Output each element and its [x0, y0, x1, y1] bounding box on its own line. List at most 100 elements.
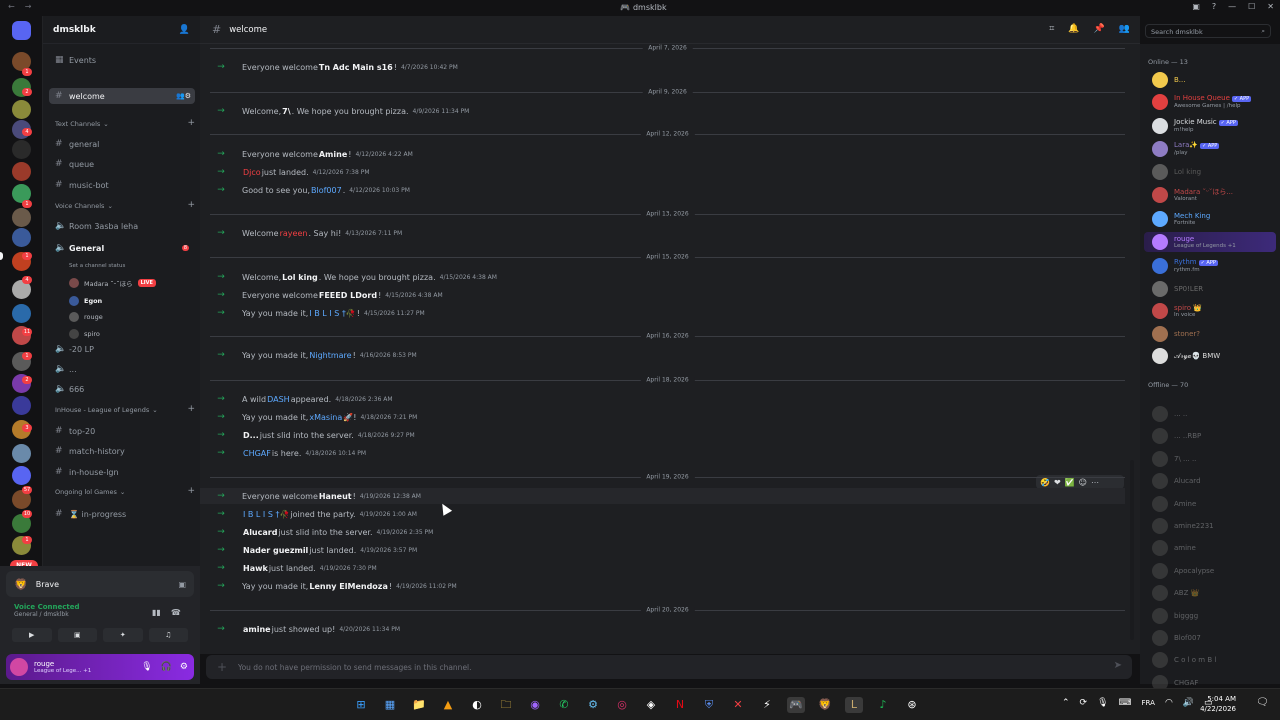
- server-icon[interactable]: [12, 100, 31, 119]
- system-message[interactable]: → Everyone welcome FEEED LDord! 4/15/2026 …: [200, 287, 1125, 303]
- add-attachment-icon[interactable]: +: [206, 660, 238, 674]
- brave-taskbar-icon[interactable]: 🦁: [816, 697, 834, 713]
- activity-card[interactable]: 🦁 Brave ▣: [6, 571, 194, 597]
- scrollbar[interactable]: [1130, 460, 1134, 640]
- channel-item[interactable]: # match-history: [49, 443, 195, 459]
- voice-user[interactable]: rouge: [69, 312, 103, 322]
- system-message[interactable]: → Good to see you, Blof007. 4/12/2026 10:0…: [200, 182, 1125, 198]
- app-icon[interactable]: ◐: [468, 697, 486, 713]
- system-message[interactable]: → Welcome rayeen. Say hi! 4/13/2026 7:11 P…: [200, 225, 1125, 241]
- channel-item[interactable]: # general: [49, 136, 195, 152]
- username-link[interactable]: I B L I S †🥀: [243, 510, 289, 519]
- channel-item[interactable]: 🔈...: [49, 361, 195, 377]
- username-link[interactable]: FEEED LDord: [319, 291, 377, 300]
- valorant-icon[interactable]: ◈: [642, 697, 660, 713]
- category-header[interactable]: Ongoing lol Games ⌄ +: [55, 486, 195, 496]
- server-icon[interactable]: [12, 162, 31, 181]
- system-message[interactable]: → Everyone welcome Amine! 4/12/2026 4:22 A…: [200, 146, 1125, 162]
- server-icon[interactable]: [12, 396, 31, 415]
- screen-icon[interactable]: ▣: [178, 580, 194, 589]
- username-link[interactable]: I B L I S †🥀: [309, 309, 355, 318]
- camera-button[interactable]: ▶: [12, 628, 52, 642]
- server-header[interactable]: dmsklbk 👤: [43, 16, 200, 44]
- channel-item[interactable]: 🔈 -20 LP: [49, 341, 195, 357]
- username-link[interactable]: xMasina: [309, 413, 342, 422]
- server-icon[interactable]: [12, 140, 31, 159]
- member-item[interactable]: Apocalypse: [1152, 561, 1276, 581]
- username-link[interactable]: amine: [243, 625, 271, 634]
- server-icon[interactable]: [12, 208, 31, 227]
- add-reaction-icon[interactable]: ☺: [1079, 478, 1087, 487]
- signal-icon[interactable]: ▮▮: [152, 608, 161, 617]
- mic-icon[interactable]: 🎙: [141, 662, 152, 672]
- maximize-button[interactable]: ☐: [1248, 2, 1255, 11]
- member-item[interactable]: stoner?: [1152, 324, 1276, 344]
- soundboard-button[interactable]: ♫: [148, 628, 188, 642]
- system-message[interactable]: → Yay you made it, Nightmare! 4/16/2026 8:…: [200, 347, 1125, 363]
- member-item[interactable]: Madara ˘ᵕ˘ほら... Valorant: [1152, 185, 1276, 205]
- server-icon[interactable]: [12, 228, 31, 247]
- username-link[interactable]: D...: [243, 431, 259, 440]
- heart-react-icon[interactable]: ❤: [1054, 478, 1061, 487]
- member-item[interactable]: spiro 👑 In voice: [1152, 301, 1276, 321]
- username-link[interactable]: Tn Adc Main s16: [319, 63, 393, 72]
- channel-item[interactable]: 🔈 Room 3asba leha: [49, 218, 195, 234]
- system-message[interactable]: → Yay you made it, xMasina 🚀! 4/18/2026 7:…: [200, 409, 1125, 425]
- system-message[interactable]: → Hawk just landed. 4/19/2026 7:30 PM: [200, 560, 1125, 576]
- system-message[interactable]: → Everyone welcome Tn Adc Main s16! 4/7/20…: [200, 59, 1125, 75]
- member-item[interactable]: amine2231: [1152, 516, 1276, 536]
- username-link[interactable]: Djco: [243, 168, 261, 177]
- voice-user[interactable]: spiro: [69, 329, 100, 339]
- channel-welcome[interactable]: # welcome 👥⚙: [49, 88, 195, 104]
- username-link[interactable]: Lenny ElMendoza: [309, 582, 387, 591]
- system-message[interactable]: → Everyone welcome Haneut! 4/19/2026 12:38…: [200, 488, 1125, 504]
- more-icon[interactable]: ⋯: [1091, 478, 1099, 487]
- username-link[interactable]: Blof007: [311, 186, 342, 195]
- username-link[interactable]: Nader guezmil: [243, 546, 308, 555]
- member-item[interactable]: In House Queue ✓ APP Awesome Games | /help: [1152, 92, 1276, 112]
- screen-share-button[interactable]: ▣: [57, 628, 97, 642]
- channel-item[interactable]: 🔈 General 8: [49, 240, 195, 256]
- clock[interactable]: 5:04 AM 4/22/2026: [1188, 694, 1236, 714]
- widgets-icon[interactable]: ▦: [381, 697, 399, 713]
- close-button[interactable]: ✕: [1267, 2, 1274, 11]
- channel-item[interactable]: # queue: [49, 156, 195, 172]
- server-icon[interactable]: [12, 466, 31, 485]
- discord-taskbar-icon[interactable]: 🎮: [787, 697, 805, 713]
- spotify-icon[interactable]: ♪: [874, 697, 892, 713]
- steam-icon[interactable]: ⚙: [584, 697, 602, 713]
- username-link[interactable]: Lol king: [282, 273, 318, 282]
- member-item[interactable]: Alucard: [1152, 471, 1276, 491]
- member-item[interactable]: ... ..: [1152, 404, 1276, 424]
- member-item[interactable]: C o l o m B l: [1152, 650, 1276, 670]
- username-link[interactable]: Hawk: [243, 564, 268, 573]
- minimize-button[interactable]: —: [1228, 2, 1236, 11]
- disconnect-icon[interactable]: ☎: [171, 608, 181, 617]
- member-item[interactable]: rouge League of Legends +1: [1144, 232, 1276, 252]
- system-message[interactable]: → Welcome, Lol king. We hope you brought …: [200, 269, 1125, 285]
- user-bar[interactable]: rouge League of Lege... +1 🎙 🎧 ⚙: [6, 654, 194, 680]
- member-item[interactable]: SP0!LER: [1152, 279, 1276, 299]
- channel-item[interactable]: # music-bot: [49, 177, 195, 193]
- shield-icon[interactable]: ⛨: [700, 697, 718, 713]
- forward-icon[interactable]: →: [25, 2, 32, 11]
- category-header[interactable]: Text Channels ⌄ +: [55, 118, 195, 128]
- wifi-icon[interactable]: ◠: [1165, 698, 1173, 708]
- server-icon[interactable]: [12, 304, 31, 323]
- member-item[interactable]: ABZ 👑: [1152, 583, 1276, 603]
- member-item[interactable]: Rythm ✓ APP rythm.fm: [1152, 256, 1276, 276]
- username-link[interactable]: CHGAF: [243, 449, 271, 458]
- voice-user[interactable]: Egon: [69, 296, 102, 306]
- threads-icon[interactable]: ⌗: [1049, 24, 1054, 34]
- member-item[interactable]: 𝒜𝓇𝓎𝒶💀 BMW: [1152, 346, 1276, 366]
- language-indicator[interactable]: FRA: [1142, 698, 1155, 708]
- member-item[interactable]: Lol king: [1152, 162, 1276, 182]
- system-message[interactable]: → D... just slid into the server. 4/18/202…: [200, 427, 1125, 443]
- app2-icon[interactable]: ⚡: [758, 697, 776, 713]
- member-item[interactable]: amine: [1152, 538, 1276, 558]
- channel-item[interactable]: # in-house-lgn: [49, 464, 195, 480]
- messenger-icon[interactable]: ◉: [526, 697, 544, 713]
- inbox-icon[interactable]: ▣: [1192, 2, 1200, 11]
- voice-connection[interactable]: Voice Connected General / dmsklbk: [14, 603, 80, 618]
- whatsapp-icon[interactable]: ✆: [555, 697, 573, 713]
